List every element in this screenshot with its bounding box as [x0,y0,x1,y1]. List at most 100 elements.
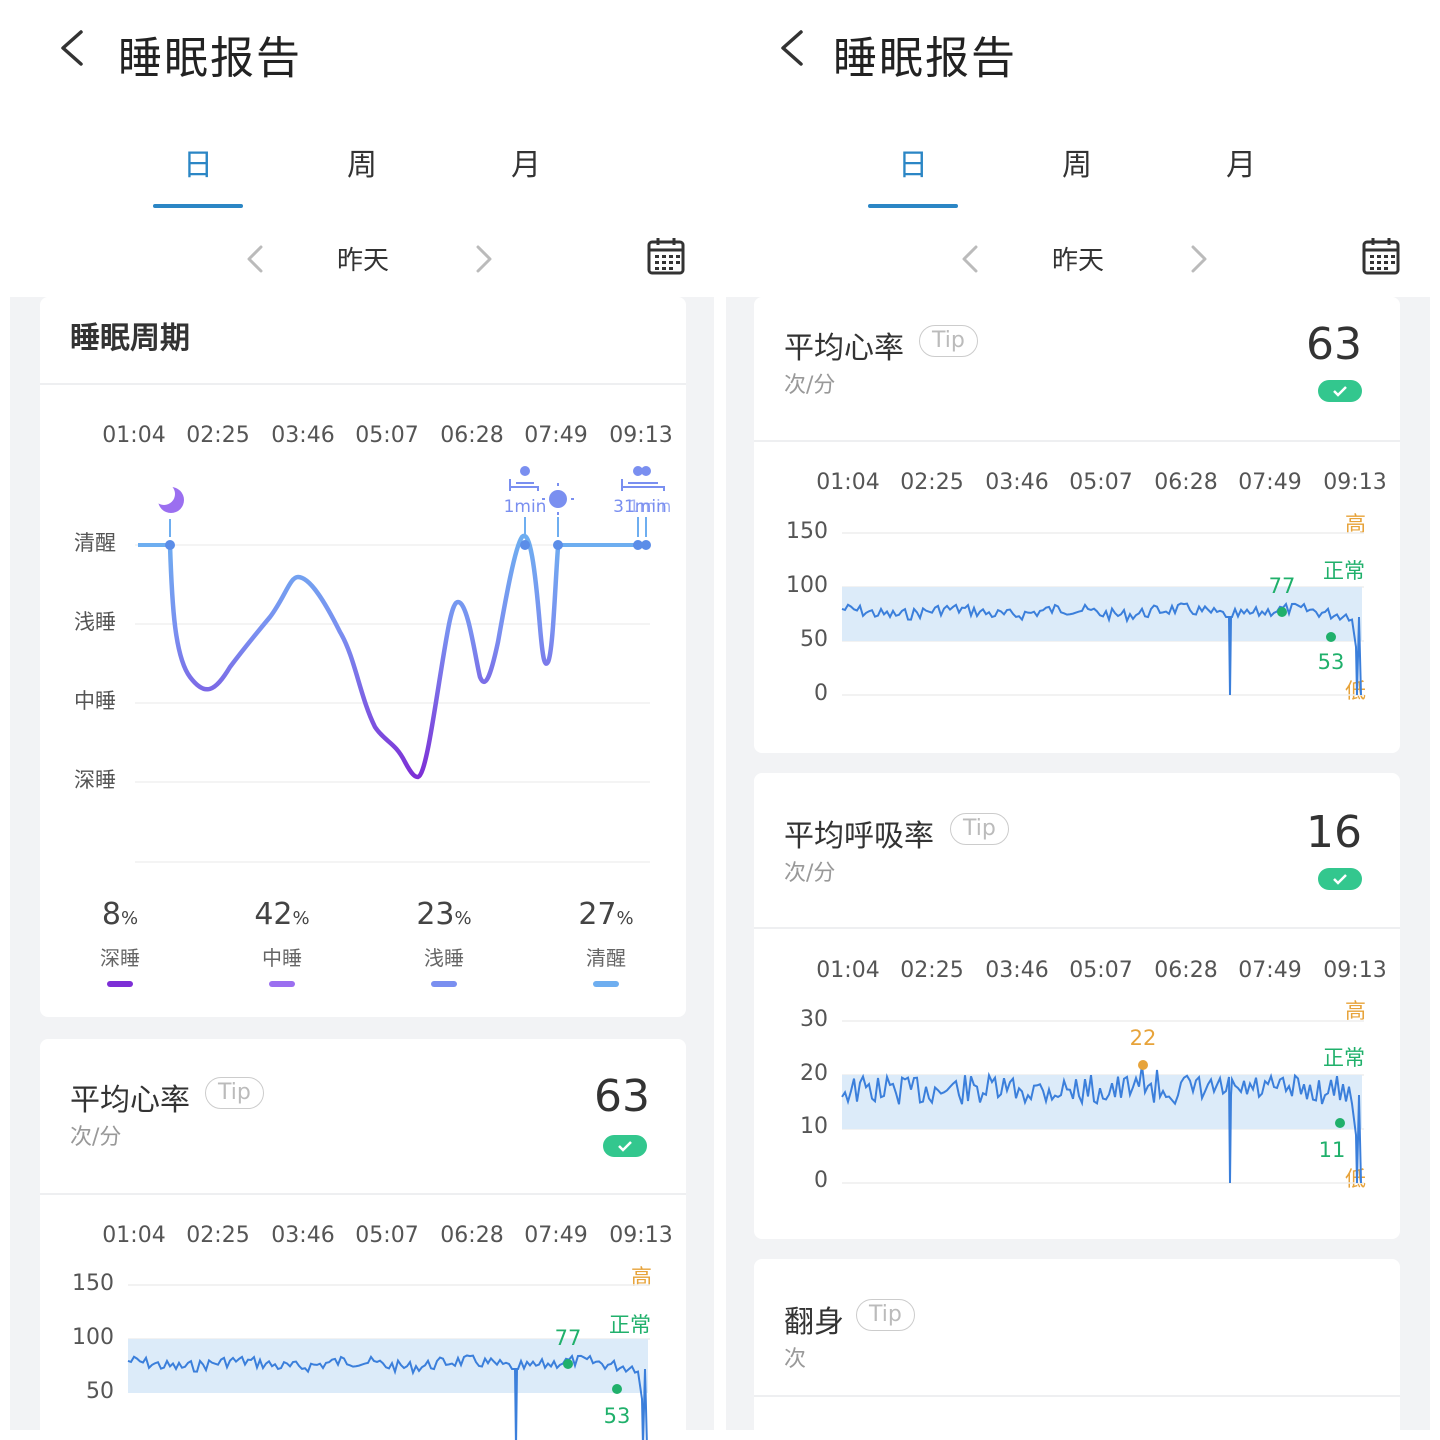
time-tick: 03:46 [271,423,335,448]
heart-rate-chart: 77 53 [841,532,1364,696]
time-tick: 07:49 [1238,958,1302,983]
status-ok-badge [1318,868,1362,890]
turnover-unit: 次 [784,1347,807,1372]
time-tick: 01:04 [816,470,880,495]
tab-month[interactable]: 月 [1196,140,1286,184]
time-tick: 05:07 [1069,958,1133,983]
tab-month[interactable]: 月 [481,140,571,184]
calendar-icon[interactable] [1361,236,1401,276]
wake-dot [553,540,563,550]
min-value-label: 53 [604,1404,631,1428]
time-tick: 06:28 [1154,958,1218,983]
turnover-tip-button[interactable]: Tip [856,1299,915,1331]
time-tick: 02:25 [900,470,964,495]
time-tick: 03:46 [985,470,1049,495]
time-tick: 07:49 [1238,470,1302,495]
max-value-label: 77 [555,1326,582,1350]
time-tick: 06:28 [1154,470,1218,495]
heart-rate-value: 63 [1306,319,1362,370]
max-value-label: 77 [1269,574,1296,598]
time-tick: 07:49 [524,1223,588,1248]
calendar-icon[interactable] [646,236,686,276]
moon-icon [153,483,184,513]
content-background: 睡眠周期 01:04 02:25 03:46 05:07 06:28 07:49… [10,297,714,1440]
back-chevron-icon[interactable] [55,28,95,68]
time-tick: 06:28 [440,1223,504,1248]
awake-label: 清醒 [586,946,626,970]
heart-rate-card: 平均心率 Tip 次/分 63 01:04 02:25 03:46 05:07 … [40,1039,686,1440]
light-sleep-legend-bar [431,981,457,987]
respiration-chart: 22 11 [841,1020,1364,1184]
max-value-label: 22 [1130,1026,1157,1050]
back-chevron-icon[interactable] [775,28,815,68]
next-date-chevron-icon[interactable] [1185,243,1211,275]
turnover-card: 翻身 Tip 次 [754,1259,1400,1440]
heart-rate-value: 63 [594,1071,650,1122]
time-tick: 01:04 [816,958,880,983]
event-duration-label: 1min [629,497,672,517]
awake-percent: 27% [578,897,634,932]
time-tick: 03:46 [271,1223,335,1248]
content-background: 平均心率 Tip 次/分 63 01:04 02:25 03:46 05:07 … [726,297,1430,1440]
event-dot [520,540,530,550]
resp-rate-title: 平均呼吸率 [784,819,934,854]
max-point [1277,607,1287,617]
deep-sleep-percent: 8% [101,897,139,932]
check-icon [1333,874,1347,885]
mid-sleep-legend-bar [269,981,295,987]
heart-rate-title: 平均心率 [784,331,904,366]
max-point [563,1359,573,1369]
active-tab-indicator [153,204,243,208]
card-divider [754,440,1400,442]
time-tick: 05:07 [355,423,419,448]
mid-sleep-percent: 42% [254,897,310,932]
bed-event-icon [621,466,665,491]
time-tick: 09:13 [1323,470,1387,495]
event-duration-label: 1min [504,497,547,517]
time-tick: 09:13 [1323,958,1387,983]
event-dot [641,540,651,550]
min-value-label: 53 [1318,650,1345,674]
sleep-cycle-title: 睡眠周期 [70,321,190,356]
card-divider [40,1193,686,1195]
time-tick: 05:07 [1069,470,1133,495]
time-tick: 05:07 [355,1223,419,1248]
min-point [1335,1118,1345,1128]
check-icon [618,1141,632,1152]
date-label: 昨天 [1051,246,1104,276]
prev-date-chevron-icon[interactable] [243,243,269,275]
bed-event-icon [509,466,539,491]
check-icon [1333,386,1347,397]
time-tick: 09:13 [609,423,673,448]
tab-week[interactable]: 周 [317,140,407,184]
card-divider [754,1395,1400,1397]
page-title: 睡眠报告 [118,33,302,84]
min-point [612,1384,622,1394]
prev-date-chevron-icon[interactable] [958,243,984,275]
heart-rate-title: 平均心率 [70,1083,190,1118]
heart-rate-tip-button[interactable]: Tip [205,1077,264,1109]
resp-rate-tip-button[interactable]: Tip [950,813,1009,845]
time-tick: 02:25 [186,423,250,448]
heart-rate-unit: 次/分 [70,1125,122,1150]
max-point [1138,1060,1148,1070]
tab-day[interactable]: 日 [868,140,958,184]
time-tick: 06:28 [440,423,504,448]
sleep-cycle-chart: 1min 31min 1min [135,466,672,863]
deep-sleep-label: 深睡 [100,946,140,970]
heart-rate-chart-left: 77 53 [127,1284,650,1440]
min-value-label: 11 [1319,1138,1346,1162]
sleep-cycle-card: 睡眠周期 01:04 02:25 03:46 05:07 06:28 07:49… [40,297,686,1017]
tab-week[interactable]: 周 [1032,140,1122,184]
active-tab-indicator [868,204,958,208]
time-tick: 09:13 [609,1223,673,1248]
status-ok-badge [603,1135,647,1157]
min-point [1326,632,1336,642]
tab-day[interactable]: 日 [153,140,243,184]
next-date-chevron-icon[interactable] [470,243,496,275]
date-label: 昨天 [336,246,389,276]
heart-rate-card: 平均心率 Tip 次/分 63 01:04 02:25 03:46 05:07 … [754,297,1400,753]
heart-rate-unit: 次/分 [784,373,836,398]
heart-rate-tip-button[interactable]: Tip [919,325,978,357]
awake-legend-bar [593,981,619,987]
